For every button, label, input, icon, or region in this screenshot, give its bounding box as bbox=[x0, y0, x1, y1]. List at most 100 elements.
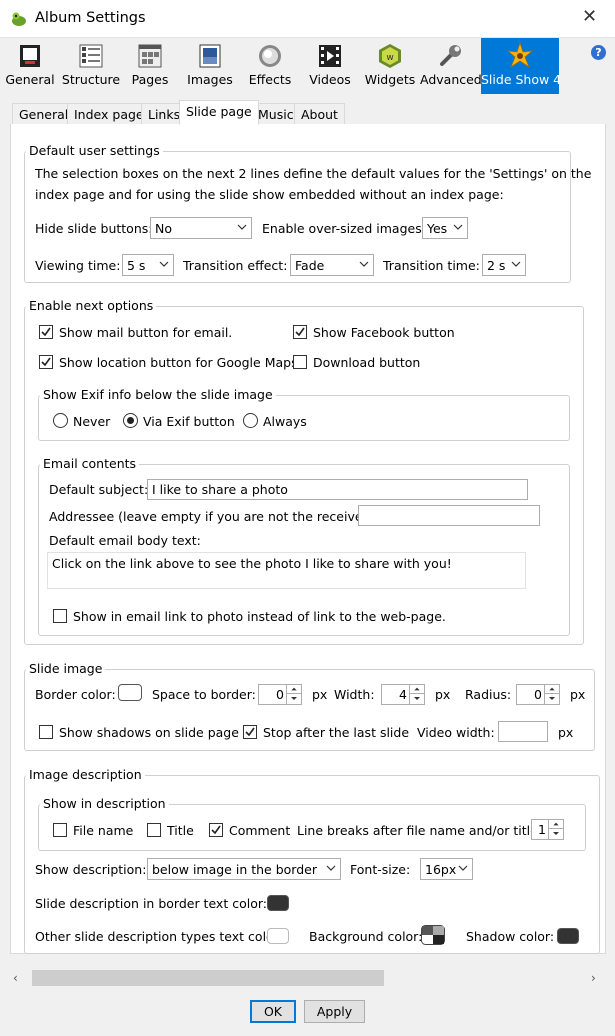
line-breaks-spinner[interactable]: 1 bbox=[531, 819, 564, 840]
transition-effect-label: Transition effect: bbox=[183, 258, 288, 273]
toolbar-images-label: Images bbox=[187, 72, 233, 87]
mail-button-checkbox[interactable] bbox=[39, 325, 53, 339]
viewing-time-select[interactable]: 5 s bbox=[122, 254, 174, 276]
facebook-button-label: Show Facebook button bbox=[313, 325, 455, 340]
checkmark-icon bbox=[41, 327, 51, 337]
scroll-right-icon[interactable]: › bbox=[591, 971, 596, 985]
spin-down-icon[interactable] bbox=[287, 694, 301, 703]
file-name-checkbox[interactable] bbox=[53, 823, 67, 837]
addressee-input[interactable] bbox=[358, 505, 540, 526]
radius-value: 0 bbox=[534, 687, 542, 702]
border-text-color-swatch[interactable] bbox=[267, 895, 289, 911]
toolbar-structure[interactable]: Structure bbox=[60, 38, 122, 94]
spin-up-icon[interactable] bbox=[549, 820, 563, 829]
chevron-down-icon bbox=[453, 224, 463, 230]
download-button-checkbox[interactable] bbox=[293, 355, 307, 369]
location-button-label: Show location button for Google Maps bbox=[59, 355, 298, 370]
transition-effect-select[interactable]: Fade bbox=[290, 254, 374, 276]
subtab-slide-page[interactable]: Slide page bbox=[179, 100, 259, 125]
chevron-down-icon bbox=[326, 865, 336, 871]
spinner-buttons bbox=[409, 685, 424, 704]
comment-checkbox[interactable] bbox=[209, 823, 223, 837]
exif-legend: Show Exif info below the slide image bbox=[40, 387, 276, 402]
shadow-color-swatch[interactable] bbox=[557, 928, 579, 944]
transition-time-select[interactable]: 2 s bbox=[482, 254, 526, 276]
spinner-buttons bbox=[286, 685, 301, 704]
default-subject-input[interactable]: I like to share a photo bbox=[147, 479, 528, 500]
spin-up-icon[interactable] bbox=[287, 685, 301, 694]
spin-down-icon[interactable] bbox=[545, 694, 559, 703]
email-body-textarea[interactable]: Click on the link above to see the photo… bbox=[47, 552, 526, 589]
spin-up-icon[interactable] bbox=[410, 685, 424, 694]
scrollbar-thumb[interactable] bbox=[32, 970, 384, 986]
help-icon[interactable]: ? bbox=[591, 45, 606, 60]
facebook-button-checkbox[interactable] bbox=[293, 325, 307, 339]
font-size-label: Font-size: bbox=[350, 862, 411, 877]
background-color-swatch[interactable] bbox=[421, 925, 445, 945]
close-icon[interactable]: ✕ bbox=[582, 6, 597, 27]
pages-icon bbox=[138, 44, 162, 68]
images-icon bbox=[199, 44, 221, 68]
show-description-label: Show description: bbox=[35, 862, 147, 877]
apply-button[interactable]: Apply bbox=[304, 1000, 365, 1023]
video-width-input[interactable] bbox=[498, 721, 548, 742]
link-to-photo-checkbox[interactable] bbox=[53, 609, 67, 623]
radio-selected-dot bbox=[127, 417, 134, 424]
toolbar-videos[interactable]: Videos bbox=[306, 38, 354, 94]
line-breaks-value: 1 bbox=[538, 822, 546, 837]
enable-oversized-select[interactable]: Yes bbox=[422, 217, 468, 239]
spin-down-icon[interactable] bbox=[410, 694, 424, 703]
link-to-photo-label: Show in email link to photo instead of l… bbox=[73, 609, 446, 624]
viewing-time-label: Viewing time: bbox=[35, 258, 121, 273]
body-text-label: Default email body text: bbox=[49, 533, 201, 548]
shadows-checkbox[interactable] bbox=[39, 725, 53, 739]
toolbar-advanced[interactable]: Advanced bbox=[420, 38, 482, 94]
toolbar-widgets[interactable]: w Widgets bbox=[362, 38, 418, 94]
font-size-select[interactable]: 16px bbox=[420, 858, 473, 880]
space-to-border-spinner[interactable]: 0 bbox=[258, 684, 302, 705]
ok-button[interactable]: OK bbox=[250, 1000, 296, 1023]
email-contents-legend: Email contents bbox=[40, 456, 140, 471]
toolbar-general[interactable]: General bbox=[4, 38, 56, 94]
font-size-value: 16px bbox=[425, 862, 457, 877]
hide-slide-buttons-select[interactable]: No bbox=[150, 217, 252, 239]
subtab-index-page[interactable]: Index page bbox=[67, 103, 151, 125]
other-text-color-swatch[interactable] bbox=[267, 928, 289, 944]
default-user-settings-legend: Default user settings bbox=[26, 143, 163, 158]
toolbar-slide-show-4[interactable]: Slide Show 4 bbox=[481, 38, 561, 94]
transition-time-value: 2 s bbox=[487, 258, 506, 273]
exif-never-radio[interactable] bbox=[53, 413, 68, 428]
exif-via-button-radio[interactable] bbox=[123, 413, 138, 428]
radius-spinner[interactable]: 0 bbox=[516, 684, 560, 705]
scroll-left-icon[interactable]: ‹ bbox=[13, 971, 18, 985]
title-label: Title bbox=[167, 823, 194, 838]
radius-px-unit: px bbox=[570, 687, 586, 702]
spin-up-icon[interactable] bbox=[545, 685, 559, 694]
exif-never-label: Never bbox=[73, 414, 111, 429]
toolbar-images[interactable]: Images bbox=[184, 38, 236, 94]
hide-slide-buttons-value: No bbox=[155, 221, 172, 236]
toolbar-pages[interactable]: Pages bbox=[126, 38, 174, 94]
show-description-select[interactable]: below image in the border bbox=[147, 858, 341, 880]
chevron-down-icon bbox=[159, 261, 169, 267]
subtab-about[interactable]: About bbox=[294, 103, 345, 125]
title-checkbox[interactable] bbox=[147, 823, 161, 837]
app-logo-icon bbox=[12, 12, 26, 26]
location-button-checkbox[interactable] bbox=[39, 355, 53, 369]
toolbar-advanced-label: Advanced bbox=[420, 72, 482, 87]
show-description-value: below image in the border bbox=[152, 862, 317, 877]
show-in-description-legend: Show in description bbox=[40, 796, 169, 811]
wrench-icon bbox=[440, 45, 461, 66]
subtab-general[interactable]: General bbox=[12, 103, 76, 125]
stop-after-last-checkbox[interactable] bbox=[243, 725, 257, 739]
toolbar-effects[interactable]: Effects bbox=[246, 38, 294, 94]
image-description-legend: Image description bbox=[26, 767, 145, 782]
border-color-swatch[interactable] bbox=[118, 684, 142, 701]
width-label: Width: bbox=[334, 687, 375, 702]
exif-always-radio[interactable] bbox=[243, 413, 258, 428]
general-settings-icon bbox=[20, 45, 40, 67]
width-spinner[interactable]: 4 bbox=[381, 684, 425, 705]
spin-down-icon[interactable] bbox=[549, 829, 563, 838]
checkmark-icon bbox=[295, 327, 305, 337]
spinner-buttons bbox=[544, 685, 559, 704]
